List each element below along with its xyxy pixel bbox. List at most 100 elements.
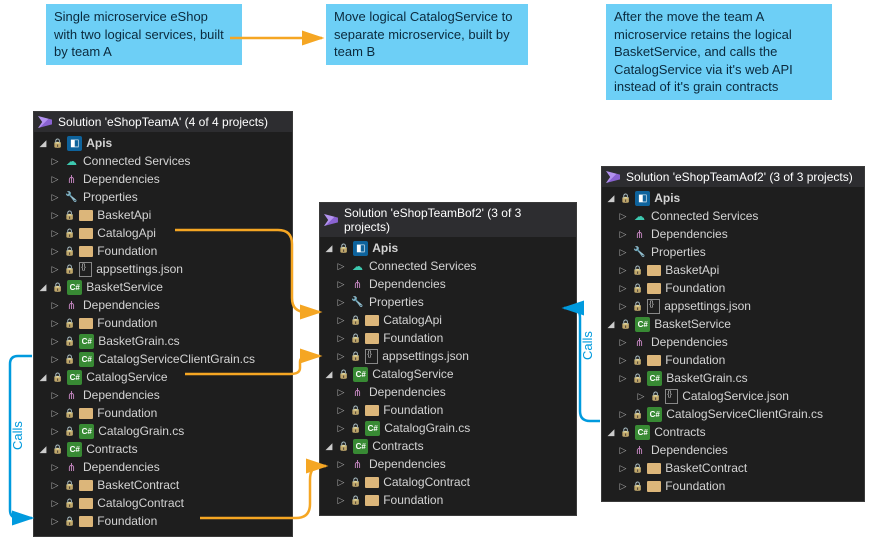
- chevron-down-icon[interactable]: [606, 319, 616, 330]
- chevron-right-icon[interactable]: [618, 283, 628, 294]
- chevron-right-icon[interactable]: [618, 481, 628, 492]
- chevron-right-icon[interactable]: [50, 408, 60, 419]
- chevron-down-icon[interactable]: [606, 193, 616, 204]
- chevron-right-icon[interactable]: [618, 409, 628, 420]
- tree-item[interactable]: Connected Services: [322, 257, 572, 275]
- tree-item[interactable]: Dependencies: [604, 225, 860, 243]
- chevron-down-icon[interactable]: [38, 138, 48, 149]
- chevron-right-icon[interactable]: [50, 462, 60, 473]
- chevron-right-icon[interactable]: [50, 192, 60, 203]
- chevron-right-icon[interactable]: [50, 156, 60, 167]
- chevron-down-icon[interactable]: [324, 243, 334, 254]
- tree-item[interactable]: Dependencies: [322, 383, 572, 401]
- tree-item[interactable]: Dependencies: [36, 296, 288, 314]
- tree-item[interactable]: Apis: [36, 134, 288, 152]
- tree-item[interactable]: Foundation: [322, 329, 572, 347]
- chevron-right-icon[interactable]: [618, 301, 628, 312]
- chevron-right-icon[interactable]: [618, 337, 628, 348]
- chevron-right-icon[interactable]: [336, 423, 346, 434]
- chevron-right-icon[interactable]: [618, 265, 628, 276]
- tree-item[interactable]: Dependencies: [604, 441, 860, 459]
- tree-item[interactable]: CatalogService: [322, 365, 572, 383]
- tree-item[interactable]: CatalogServiceClientGrain.cs: [36, 350, 288, 368]
- chevron-right-icon[interactable]: [336, 459, 346, 470]
- tree-item[interactable]: BasketContract: [604, 459, 860, 477]
- tree-item[interactable]: CatalogServiceClientGrain.cs: [604, 405, 860, 423]
- chevron-right-icon[interactable]: [50, 336, 60, 347]
- tree-item[interactable]: CatalogApi: [36, 224, 288, 242]
- chevron-right-icon[interactable]: [618, 211, 628, 222]
- tree-item[interactable]: Contracts: [604, 423, 860, 441]
- chevron-right-icon[interactable]: [50, 300, 60, 311]
- chevron-right-icon[interactable]: [336, 405, 346, 416]
- tree-item[interactable]: BasketGrain.cs: [36, 332, 288, 350]
- chevron-right-icon[interactable]: [50, 354, 60, 365]
- tree-item[interactable]: Dependencies: [36, 170, 288, 188]
- tree-item[interactable]: Foundation: [604, 279, 860, 297]
- tree-item[interactable]: BasketContract: [36, 476, 288, 494]
- chevron-right-icon[interactable]: [50, 498, 60, 509]
- solution-tree[interactable]: ApisConnected ServicesDependenciesProper…: [320, 237, 576, 511]
- chevron-right-icon[interactable]: [336, 351, 346, 362]
- chevron-right-icon[interactable]: [50, 210, 60, 221]
- tree-item[interactable]: Contracts: [36, 440, 288, 458]
- solution-tree[interactable]: ApisConnected ServicesDependenciesProper…: [602, 187, 864, 497]
- chevron-right-icon[interactable]: [336, 495, 346, 506]
- chevron-right-icon[interactable]: [636, 391, 646, 402]
- chevron-right-icon[interactable]: [618, 247, 628, 258]
- chevron-right-icon[interactable]: [336, 333, 346, 344]
- chevron-down-icon[interactable]: [606, 427, 616, 438]
- chevron-right-icon[interactable]: [618, 373, 628, 384]
- chevron-down-icon[interactable]: [38, 444, 48, 455]
- chevron-right-icon[interactable]: [618, 229, 628, 240]
- tree-item[interactable]: BasketGrain.cs: [604, 369, 860, 387]
- tree-item[interactable]: Foundation: [604, 477, 860, 495]
- chevron-right-icon[interactable]: [336, 315, 346, 326]
- chevron-right-icon[interactable]: [50, 228, 60, 239]
- tree-item[interactable]: Apis: [322, 239, 572, 257]
- tree-item[interactable]: Foundation: [36, 512, 288, 530]
- chevron-right-icon[interactable]: [50, 264, 60, 275]
- chevron-right-icon[interactable]: [618, 445, 628, 456]
- tree-item[interactable]: BasketApi: [604, 261, 860, 279]
- chevron-right-icon[interactable]: [618, 355, 628, 366]
- tree-item[interactable]: Dependencies: [322, 275, 572, 293]
- tree-item[interactable]: Foundation: [36, 404, 288, 422]
- tree-item[interactable]: appsettings.json: [322, 347, 572, 365]
- chevron-right-icon[interactable]: [336, 279, 346, 290]
- tree-item[interactable]: Dependencies: [322, 455, 572, 473]
- tree-item[interactable]: Connected Services: [604, 207, 860, 225]
- tree-item[interactable]: CatalogService: [36, 368, 288, 386]
- tree-item[interactable]: CatalogApi: [322, 311, 572, 329]
- chevron-right-icon[interactable]: [50, 426, 60, 437]
- tree-item[interactable]: Properties: [604, 243, 860, 261]
- tree-item[interactable]: CatalogGrain.cs: [36, 422, 288, 440]
- tree-item[interactable]: BasketService: [36, 278, 288, 296]
- tree-item[interactable]: Dependencies: [604, 333, 860, 351]
- chevron-right-icon[interactable]: [336, 297, 346, 308]
- chevron-right-icon[interactable]: [50, 174, 60, 185]
- chevron-right-icon[interactable]: [618, 463, 628, 474]
- tree-item[interactable]: CatalogContract: [322, 473, 572, 491]
- chevron-right-icon[interactable]: [336, 261, 346, 272]
- tree-item[interactable]: CatalogService.json: [604, 387, 860, 405]
- chevron-right-icon[interactable]: [50, 516, 60, 527]
- tree-item[interactable]: appsettings.json: [36, 260, 288, 278]
- tree-item[interactable]: Foundation: [36, 314, 288, 332]
- chevron-down-icon[interactable]: [324, 441, 334, 452]
- tree-item[interactable]: BasketService: [604, 315, 860, 333]
- tree-item[interactable]: Connected Services: [36, 152, 288, 170]
- tree-item[interactable]: Foundation: [604, 351, 860, 369]
- tree-item[interactable]: CatalogContract: [36, 494, 288, 512]
- tree-item[interactable]: Dependencies: [36, 458, 288, 476]
- chevron-right-icon[interactable]: [336, 387, 346, 398]
- solution-tree[interactable]: ApisConnected ServicesDependenciesProper…: [34, 132, 292, 532]
- tree-item[interactable]: Dependencies: [36, 386, 288, 404]
- chevron-right-icon[interactable]: [50, 390, 60, 401]
- tree-item[interactable]: CatalogGrain.cs: [322, 419, 572, 437]
- tree-item[interactable]: Foundation: [322, 491, 572, 509]
- chevron-right-icon[interactable]: [50, 246, 60, 257]
- tree-item[interactable]: Properties: [322, 293, 572, 311]
- tree-item[interactable]: Foundation: [322, 401, 572, 419]
- tree-item[interactable]: Contracts: [322, 437, 572, 455]
